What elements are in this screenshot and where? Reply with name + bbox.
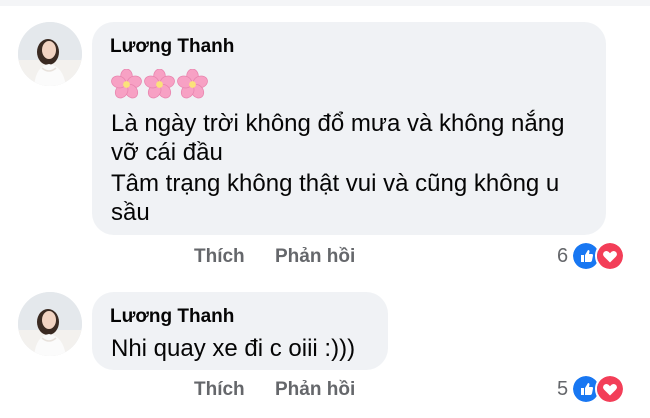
comment-text-line: Tâm trạng không thật vui và cũng không u — [111, 170, 560, 197]
comment-text-line: sầu — [111, 199, 150, 226]
comment-text-line: Nhi quay xe đi c oiii :))) — [111, 335, 356, 362]
comment-text-line: Là ngày trời không đổ mưa và không nắng — [111, 110, 565, 137]
comment-text-line: vỡ cái đầu — [111, 139, 223, 166]
like-button[interactable]: Thích — [194, 379, 245, 401]
reply-button[interactable]: Phản hồi — [275, 246, 355, 268]
like-button[interactable]: Thích — [194, 246, 245, 268]
cherry-blossom-icon — [111, 69, 142, 99]
reply-button[interactable]: Phản hồi — [275, 379, 355, 401]
cherry-blossom-icon — [144, 69, 175, 99]
avatar[interactable] — [18, 22, 82, 86]
reactions-summary[interactable]: 5 — [557, 374, 626, 404]
comment-author[interactable]: Lương Thanh — [110, 306, 234, 328]
comment: Lương Thanh Nhi quay xe đi c oiii :))) T… — [0, 285, 650, 418]
love-reaction-icon — [595, 374, 626, 404]
comment-author[interactable]: Lương Thanh — [110, 36, 234, 58]
reaction-count: 6 — [557, 244, 569, 267]
cherry-blossom-icon — [177, 69, 208, 99]
avatar[interactable] — [18, 292, 82, 356]
reactions-summary[interactable]: 6 — [557, 241, 626, 271]
emoji-row — [111, 69, 208, 101]
love-reaction-icon — [595, 241, 626, 271]
comment: Lương Thanh Là ngày trời không đổ mưa và… — [0, 0, 650, 285]
reaction-count: 5 — [557, 377, 569, 400]
